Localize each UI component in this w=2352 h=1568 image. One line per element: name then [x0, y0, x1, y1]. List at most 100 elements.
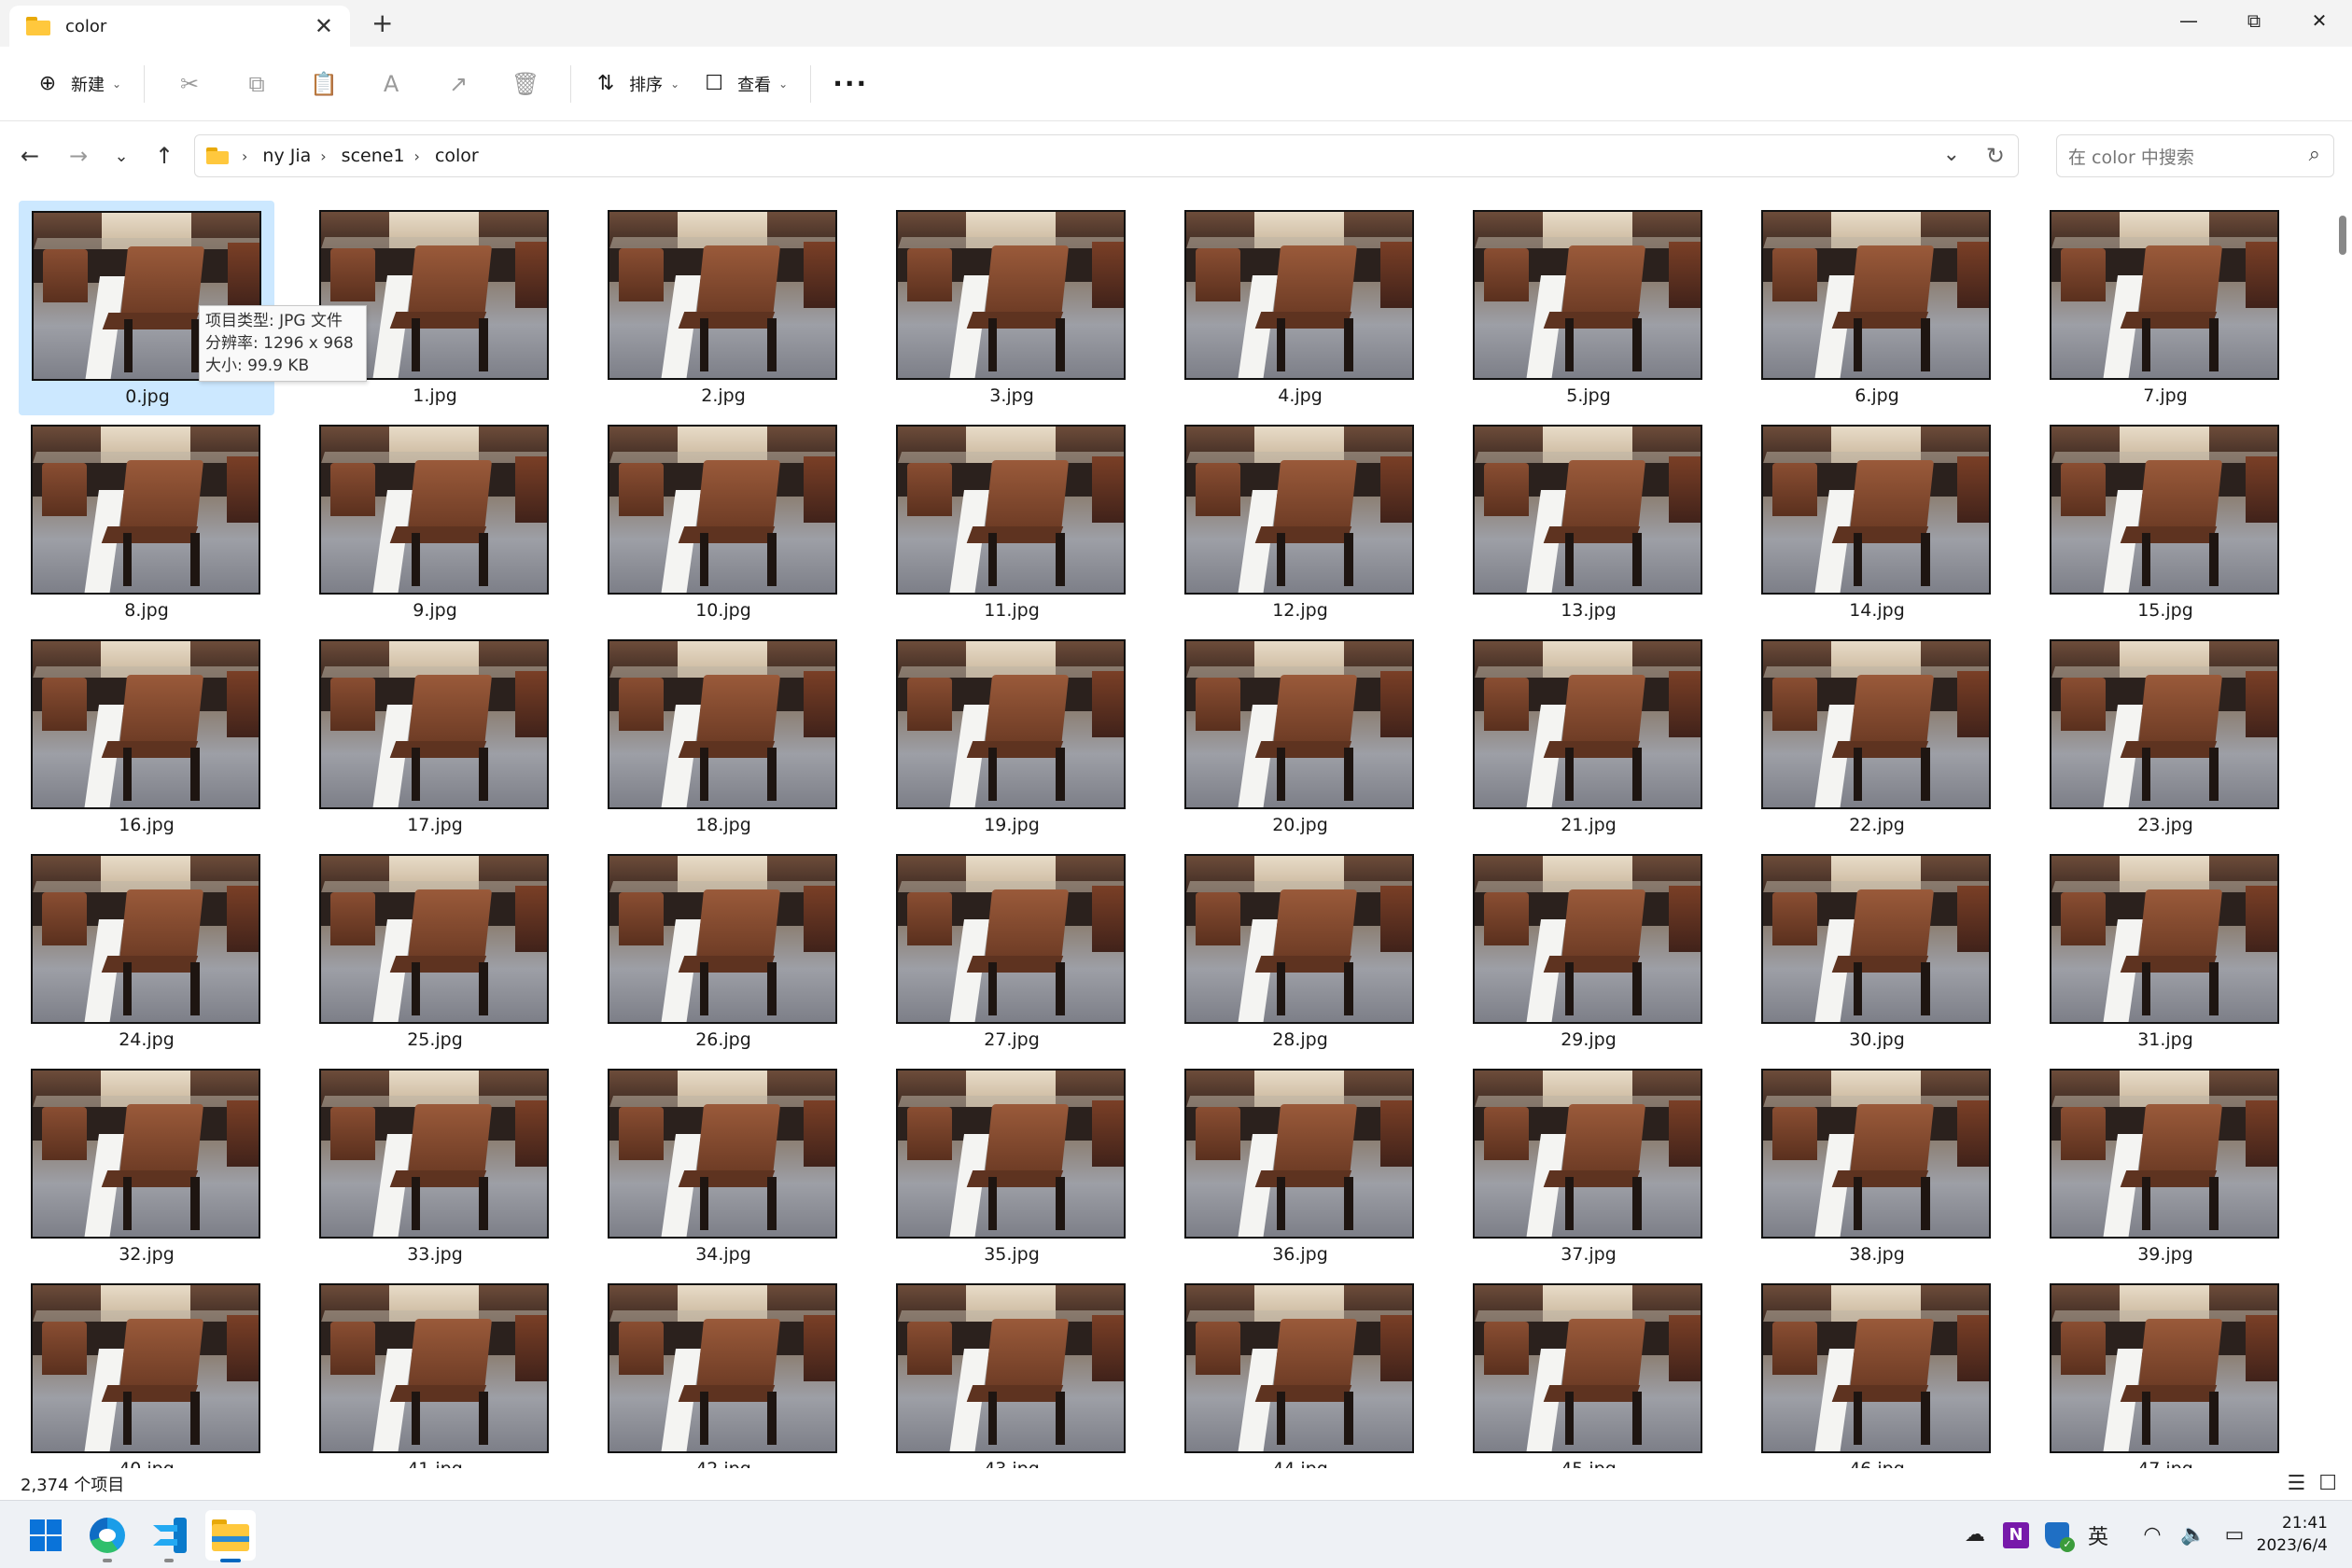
file-item[interactable]: 27.jpg [884, 845, 1140, 1059]
rename-icon[interactable]: A [357, 61, 425, 107]
new-button[interactable]: ⊕ 新建 ⌄ [24, 61, 133, 107]
system-tray: ☁ N 英 ◠ 🔈 ▭ [1954, 1501, 2255, 1568]
file-item[interactable]: 34.jpg [595, 1059, 851, 1274]
view-label: 查看 [737, 75, 772, 95]
file-item[interactable]: 40.jpg [19, 1274, 274, 1468]
clock[interactable]: 21:41 2023/6/4 [2257, 1512, 2328, 1557]
scrollbar-thumb[interactable] [2339, 216, 2346, 255]
file-item[interactable]: 21.jpg [1461, 630, 1716, 845]
file-item[interactable]: 38.jpg [1749, 1059, 2005, 1274]
view-button[interactable]: ☐ 查看 ⌄ [691, 61, 799, 107]
image-thumbnail [1761, 210, 1991, 380]
view-icon: ☐ [705, 72, 723, 95]
minimize-button[interactable]: — [2156, 0, 2221, 41]
taskbar-edge[interactable] [82, 1510, 133, 1562]
up-arrow-icon[interactable]: ↑ [147, 139, 181, 173]
back-arrow-icon[interactable]: ← [13, 139, 47, 173]
taskbar-vscode[interactable] [144, 1510, 194, 1562]
image-thumbnail [2050, 425, 2279, 595]
tiles-view-icon[interactable]: ☐ [2318, 1472, 2337, 1495]
cut-icon[interactable]: ✂ [156, 61, 223, 107]
file-item[interactable]: 14.jpg [1749, 415, 2005, 630]
image-thumbnail [319, 1283, 549, 1453]
file-item[interactable]: 43.jpg [884, 1274, 1140, 1468]
close-button[interactable]: ✕ [2287, 0, 2352, 41]
maximize-button[interactable]: ⧉ [2221, 0, 2287, 41]
breadcrumb-scene1[interactable]: scene1 [342, 146, 405, 166]
file-item[interactable]: 33.jpg [307, 1059, 563, 1274]
file-item[interactable]: 26.jpg [595, 845, 851, 1059]
paste-icon[interactable]: 📋 [290, 61, 357, 107]
start-button[interactable] [21, 1510, 71, 1561]
file-item[interactable]: 23.jpg [2037, 630, 2293, 845]
file-item[interactable]: 19.jpg [884, 630, 1140, 845]
battery-icon[interactable]: ▭ [2214, 1515, 2255, 1556]
file-item[interactable]: 13.jpg [1461, 415, 1716, 630]
file-item[interactable]: 24.jpg [19, 845, 274, 1059]
tab-color[interactable]: color ✕ [9, 6, 350, 47]
file-item[interactable]: 12.jpg [1172, 415, 1428, 630]
file-item[interactable]: 35.jpg [884, 1059, 1140, 1274]
file-item[interactable]: 30.jpg [1749, 845, 2005, 1059]
delete-icon[interactable]: 🗑 [492, 61, 559, 107]
file-item[interactable]: 7.jpg [2037, 201, 2293, 415]
file-item[interactable]: 17.jpg [307, 630, 563, 845]
file-item[interactable]: 28.jpg [1172, 845, 1428, 1059]
search-icon[interactable]: ⌕ [2309, 143, 2320, 166]
file-item[interactable]: 45.jpg [1461, 1274, 1716, 1468]
breadcrumb-color[interactable]: color [435, 146, 479, 166]
windows-logo-icon [30, 1519, 62, 1551]
file-item[interactable]: 5.jpg [1461, 201, 1716, 415]
file-item[interactable]: 8.jpg [19, 415, 274, 630]
address-bar[interactable]: › ny Jia › scene1 › color ⌄ ↻ [194, 134, 2019, 177]
file-item[interactable]: 22.jpg [1749, 630, 2005, 845]
file-item[interactable]: 25.jpg [307, 845, 563, 1059]
file-item[interactable]: 39.jpg [2037, 1059, 2293, 1274]
wifi-icon[interactable]: ◠ [2132, 1515, 2173, 1556]
share-icon[interactable]: ↗ [425, 61, 492, 107]
more-options-button[interactable]: ··· [822, 61, 878, 107]
address-dropdown-icon[interactable]: ⌄ [1943, 143, 1960, 166]
file-item[interactable]: 18.jpg [595, 630, 851, 845]
file-item[interactable]: 16.jpg [19, 630, 274, 845]
file-item[interactable]: 2.jpg [595, 201, 851, 415]
refresh-icon[interactable]: ↻ [1986, 143, 2005, 169]
file-item[interactable]: 10.jpg [595, 415, 851, 630]
onenote-icon[interactable]: N [1995, 1515, 2037, 1556]
file-item[interactable]: 32.jpg [19, 1059, 274, 1274]
file-item[interactable]: 36.jpg [1172, 1059, 1428, 1274]
image-thumbnail [1473, 854, 1702, 1024]
file-item[interactable]: 15.jpg [2037, 415, 2293, 630]
file-item[interactable]: 6.jpg [1749, 201, 2005, 415]
sort-button[interactable]: ⇅ 排序 ⌄ [582, 61, 691, 107]
details-view-icon[interactable]: ☰ [2288, 1472, 2306, 1495]
file-item[interactable]: 20.jpg [1172, 630, 1428, 845]
file-item[interactable]: 3.jpg [884, 201, 1140, 415]
close-tab-icon[interactable]: ✕ [315, 13, 333, 39]
search-input[interactable]: 在 color 中搜索 ⌕ [2056, 134, 2334, 177]
file-item[interactable]: 41.jpg [307, 1274, 563, 1468]
new-tab-button[interactable]: + [371, 7, 393, 38]
forward-arrow-icon[interactable]: → [62, 139, 95, 173]
file-item[interactable]: 42.jpg [595, 1274, 851, 1468]
file-item[interactable]: 37.jpg [1461, 1059, 1716, 1274]
file-item[interactable]: 29.jpg [1461, 845, 1716, 1059]
file-item[interactable]: 47.jpg [2037, 1274, 2293, 1468]
recent-locations-icon[interactable]: ⌄ [105, 139, 138, 173]
divider [570, 64, 572, 103]
file-item[interactable]: 46.jpg [1749, 1274, 2005, 1468]
file-item[interactable]: 11.jpg [884, 415, 1140, 630]
file-item[interactable]: 31.jpg [2037, 845, 2293, 1059]
breadcrumb-ny-jia[interactable]: ny Jia [262, 146, 311, 166]
file-item[interactable]: 9.jpg [307, 415, 563, 630]
security-shield-icon[interactable] [2037, 1515, 2078, 1556]
file-item[interactable]: 44.jpg [1172, 1274, 1428, 1468]
file-item[interactable]: 4.jpg [1172, 201, 1428, 415]
input-language[interactable]: 英 [2078, 1515, 2119, 1556]
onedrive-cloud-icon[interactable]: ☁ [1954, 1515, 1995, 1556]
vertical-scrollbar[interactable] [2333, 189, 2352, 1468]
copy-icon[interactable]: ⧉ [223, 61, 290, 107]
file-name: 32.jpg [119, 1244, 175, 1265]
taskbar-file-explorer[interactable] [205, 1510, 256, 1562]
volume-icon[interactable]: 🔈 [2173, 1515, 2214, 1556]
